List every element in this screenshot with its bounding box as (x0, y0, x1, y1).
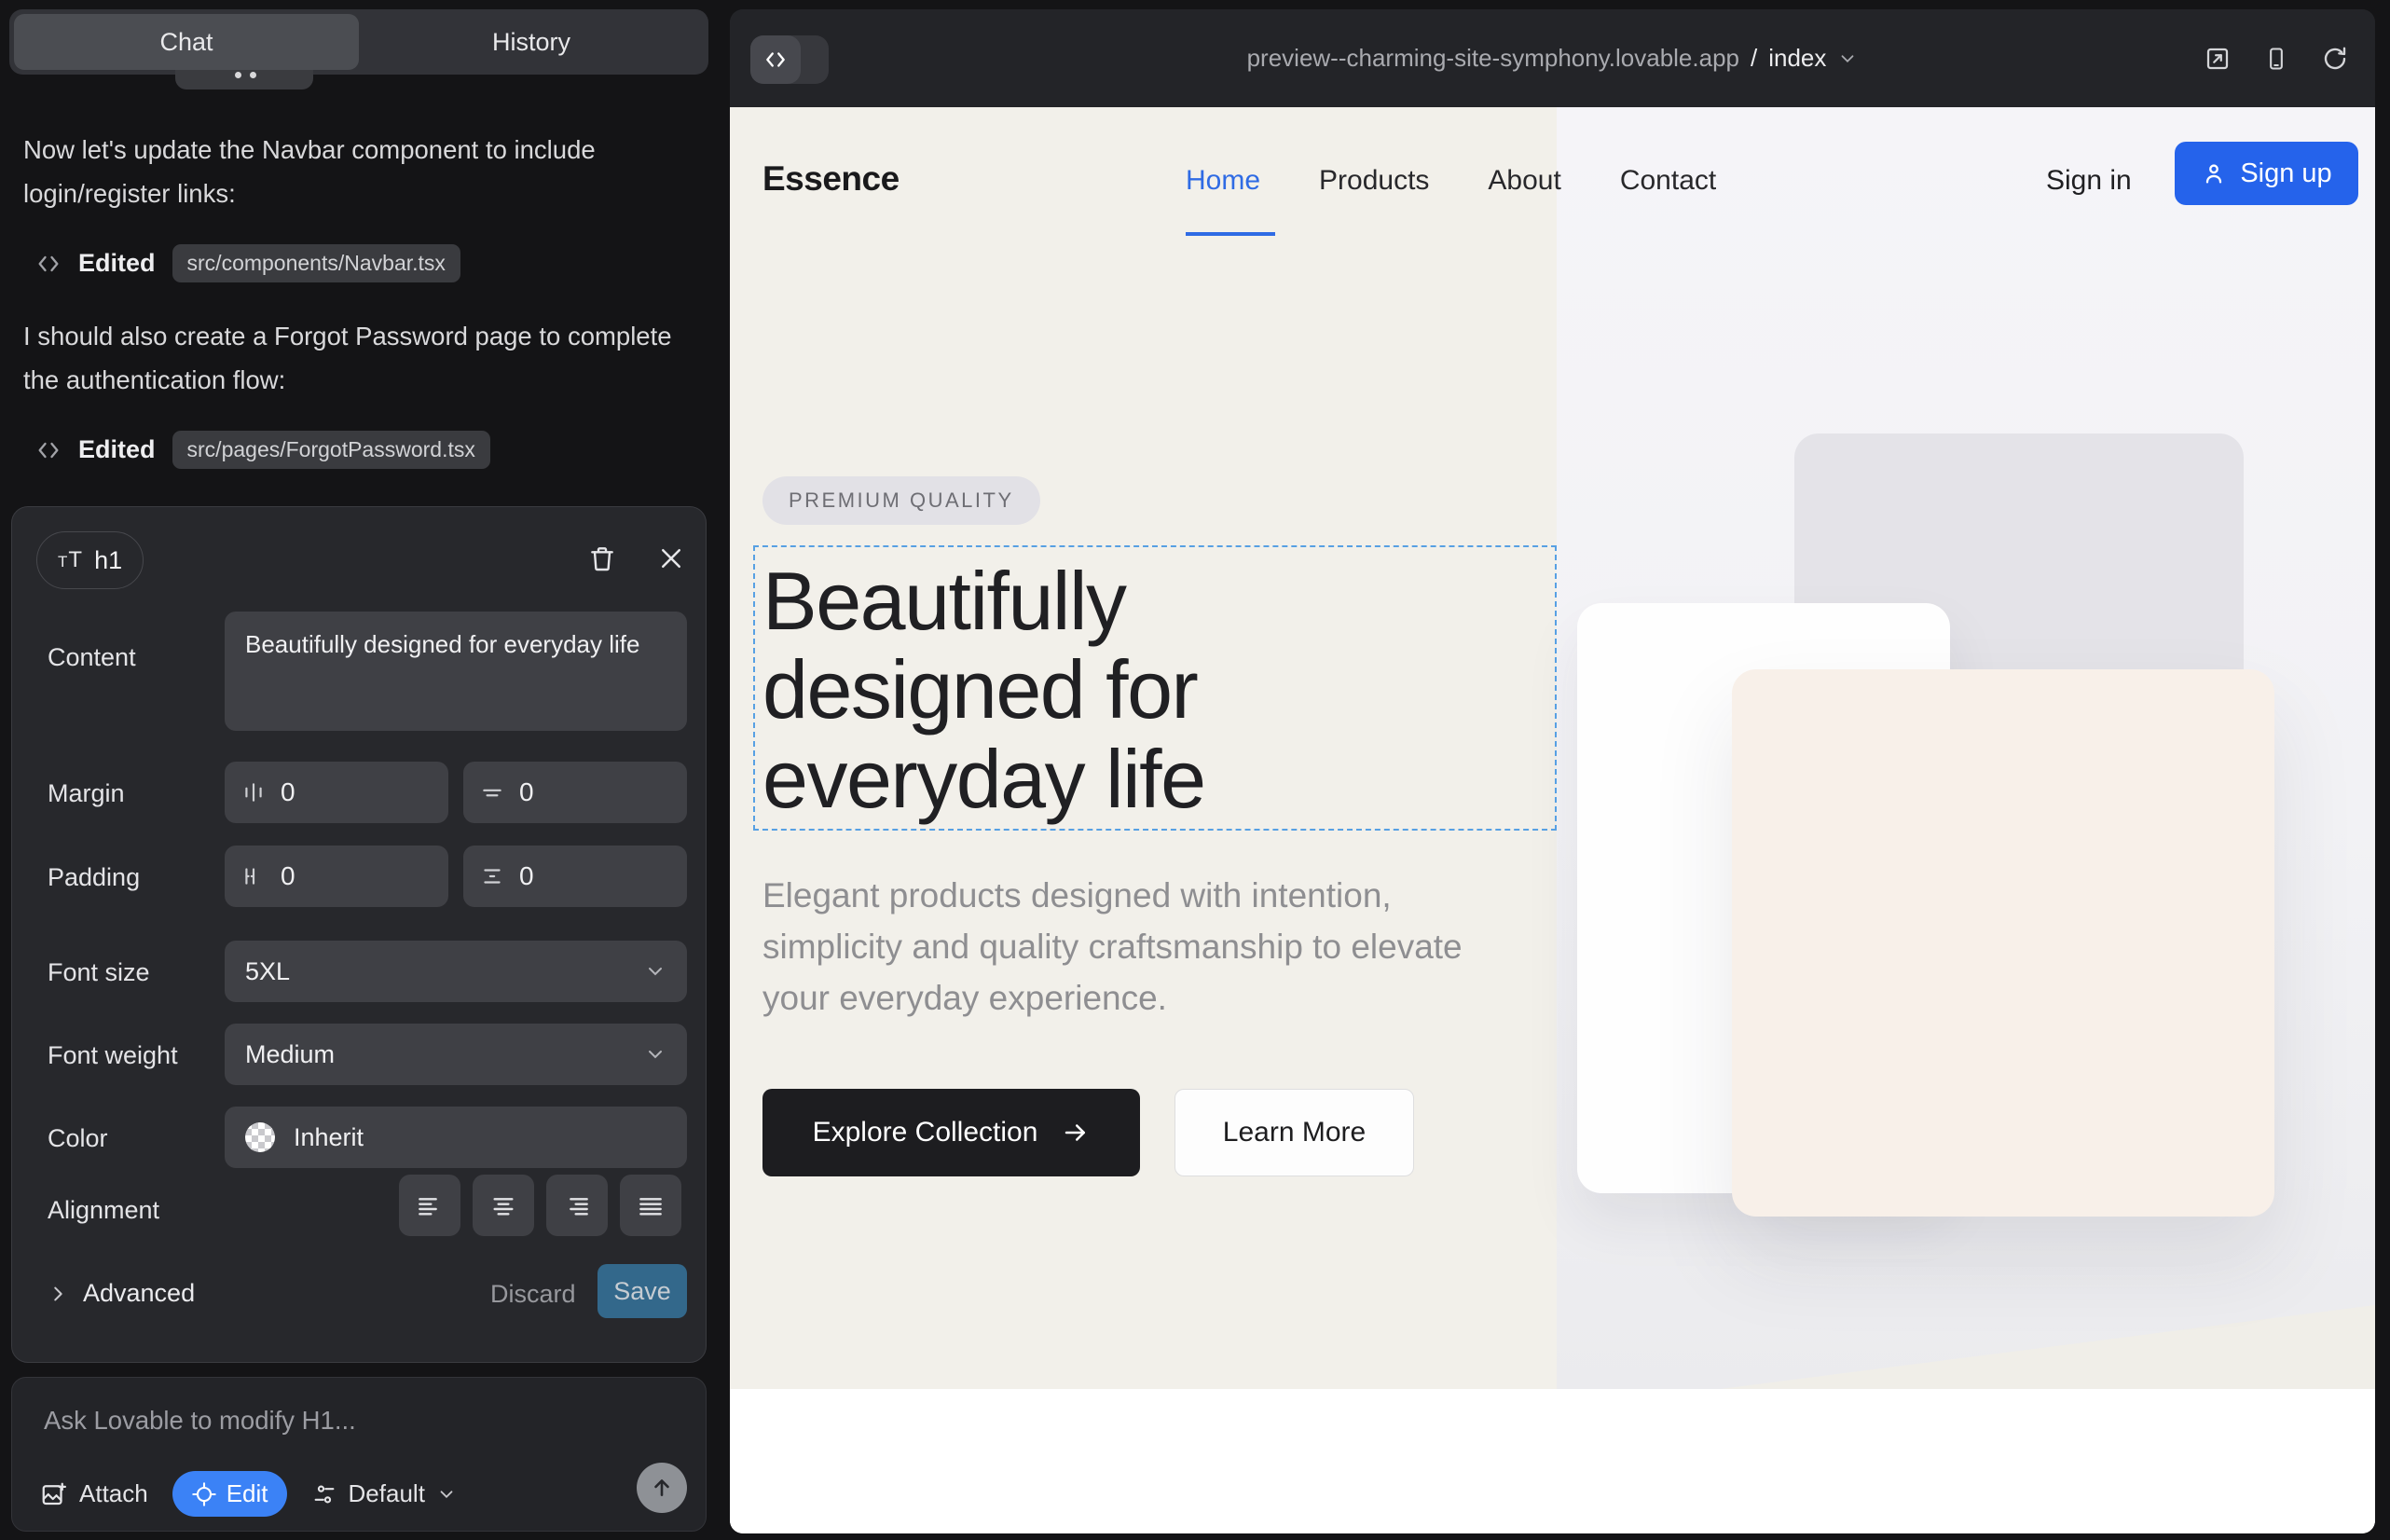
color-label: Color (48, 1124, 108, 1153)
attach-image-icon (40, 1480, 68, 1508)
tab-chat[interactable]: Chat (14, 14, 359, 70)
site-nav: Home Products About Contact (1186, 165, 1716, 197)
typography-icon: TT (58, 547, 83, 573)
close-panel-icon[interactable] (657, 544, 685, 572)
element-tag-label: h1 (94, 546, 122, 575)
browser-chrome: preview--charming-site-symphony.lovable.… (730, 9, 2375, 107)
app-window: Chat History Now let's update the Navbar… (0, 0, 2390, 1540)
url-bar[interactable]: preview--charming-site-symphony.lovable.… (730, 9, 2375, 107)
align-center-icon (488, 1190, 518, 1220)
discard-button[interactable]: Discard (490, 1280, 576, 1309)
next-section-background (730, 1389, 2375, 1533)
nav-link-products[interactable]: Products (1319, 165, 1429, 197)
color-swatch-icon (245, 1122, 275, 1152)
crosshair-icon (191, 1481, 217, 1507)
nav-link-about[interactable]: About (1488, 165, 1560, 197)
align-left-button[interactable] (399, 1175, 460, 1236)
margin-horizontal-icon (241, 780, 266, 804)
premium-quality-badge: PREMIUM QUALITY (762, 476, 1040, 525)
hero-heading[interactable]: Beautifully designed for everyday life (762, 557, 1443, 823)
margin-y-input[interactable]: 0 (463, 762, 687, 823)
composer-toolbar: Attach Edit Default (40, 1471, 683, 1517)
font-size-select[interactable]: 5XL (225, 941, 687, 1002)
edited-label: Edited (78, 435, 156, 464)
padding-vertical-icon (480, 864, 504, 888)
hero-paragraph: Elegant products designed with intention… (762, 870, 1518, 1024)
url-page: index (1768, 44, 1826, 73)
content-textarea[interactable]: Beautifully designed for everyday life (225, 612, 687, 731)
font-weight-label: Font weight (48, 1041, 178, 1070)
edit-mode-button[interactable]: Edit (172, 1471, 287, 1517)
align-justify-button[interactable] (620, 1175, 681, 1236)
site-viewport: Essence Home Products About Contact Sign… (730, 107, 2375, 1533)
align-justify-icon (636, 1190, 666, 1220)
truncated-text-dot (235, 72, 241, 78)
model-default-selector[interactable]: Default (311, 1479, 457, 1508)
chevron-down-icon (1837, 48, 1858, 69)
align-left-icon (415, 1190, 445, 1220)
file-path-badge[interactable]: src/pages/ForgotPassword.tsx (172, 431, 490, 469)
edited-file-row[interactable]: Edited src/components/Navbar.tsx (35, 244, 460, 282)
chat-history-tabbar: Chat History (9, 9, 708, 75)
chevron-down-icon (644, 960, 666, 983)
code-icon (35, 437, 62, 463)
explore-collection-button[interactable]: Explore Collection (762, 1089, 1140, 1176)
arrow-up-icon (650, 1476, 674, 1500)
font-weight-select[interactable]: Medium (225, 1024, 687, 1085)
delete-element-button[interactable] (587, 543, 617, 574)
align-center-button[interactable] (473, 1175, 534, 1236)
chevron-down-icon (644, 1043, 666, 1066)
content-label: Content (48, 643, 136, 672)
nav-link-home[interactable]: Home (1186, 165, 1260, 197)
sliders-icon (311, 1481, 337, 1507)
url-domain: preview--charming-site-symphony.lovable.… (1247, 44, 1739, 73)
chevron-right-icon (48, 1284, 68, 1304)
selected-element-badge[interactable]: TT h1 (36, 531, 144, 589)
margin-x-input[interactable]: 0 (225, 762, 448, 823)
user-icon (2201, 160, 2227, 186)
padding-x-input[interactable]: 0 (225, 846, 448, 907)
padding-y-input[interactable]: 0 (463, 846, 687, 907)
font-size-label: Font size (48, 958, 150, 987)
alignment-label: Alignment (48, 1196, 159, 1225)
nav-link-contact[interactable]: Contact (1620, 165, 1716, 197)
chat-message: Now let's update the Navbar component to… (23, 128, 690, 216)
edited-label: Edited (78, 249, 156, 278)
arrow-right-icon (1062, 1119, 1090, 1147)
chat-composer[interactable]: Ask Lovable to modify H1... Attach Edit … (11, 1377, 707, 1532)
color-field[interactable]: Inherit (225, 1107, 687, 1168)
composer-input[interactable]: Ask Lovable to modify H1... (44, 1406, 356, 1436)
element-editor-panel: TT h1 Content Beautifully designed for e… (11, 506, 707, 1363)
mobile-view-icon[interactable] (2263, 45, 2289, 73)
url-separator: / (1751, 44, 1757, 73)
truncated-text-dot (250, 72, 256, 78)
preview-frame: preview--charming-site-symphony.lovable.… (730, 9, 2375, 1533)
site-logo[interactable]: Essence (762, 159, 900, 199)
active-nav-underline (1186, 232, 1275, 236)
save-button[interactable]: Save (598, 1264, 687, 1318)
padding-horizontal-icon (241, 864, 266, 888)
send-button[interactable] (637, 1463, 687, 1513)
padding-label: Padding (48, 863, 140, 892)
margin-label: Margin (48, 779, 125, 808)
sign-up-button[interactable]: Sign up (2175, 142, 2358, 205)
attach-button[interactable]: Attach (40, 1479, 148, 1508)
advanced-toggle[interactable]: Advanced (48, 1279, 195, 1308)
chevron-down-icon (436, 1484, 457, 1505)
hero-image-card-cream (1732, 669, 2274, 1217)
sign-in-link[interactable]: Sign in (2046, 165, 2132, 197)
edited-file-row[interactable]: Edited src/pages/ForgotPassword.tsx (35, 431, 490, 469)
file-path-badge[interactable]: src/components/Navbar.tsx (172, 244, 460, 282)
learn-more-button[interactable]: Learn More (1174, 1089, 1414, 1176)
refresh-icon[interactable] (2321, 45, 2349, 73)
truncated-file-badge (175, 70, 313, 89)
chat-message: I should also create a Forgot Password p… (23, 314, 690, 403)
margin-vertical-icon (480, 780, 504, 804)
align-right-icon (562, 1190, 592, 1220)
tab-history[interactable]: History (359, 14, 704, 70)
open-external-icon[interactable] (2204, 45, 2232, 73)
align-right-button[interactable] (546, 1175, 608, 1236)
code-icon (35, 251, 62, 277)
